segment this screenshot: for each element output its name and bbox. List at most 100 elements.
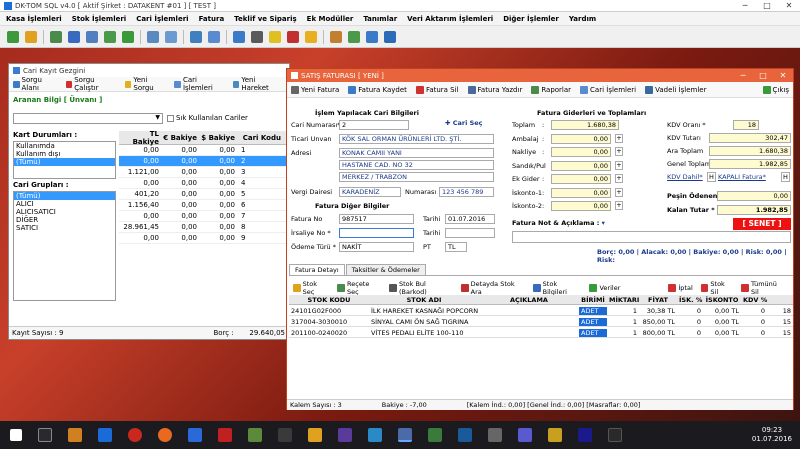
list-item[interactable]: Kullanım dışı bbox=[14, 150, 115, 158]
pt-select[interactable]: TL bbox=[445, 242, 467, 252]
menu-cari[interactable]: Cari İşlemleri bbox=[136, 15, 188, 23]
stok-bul-button[interactable]: Stok Bul (Barkod) bbox=[389, 280, 453, 296]
plus-icon[interactable]: + bbox=[615, 147, 623, 156]
sorgu-calistir-button[interactable]: Sorgu Çalıştır bbox=[65, 76, 118, 92]
table-row[interactable]: 0,00 0,00 0,00 7 bbox=[119, 211, 289, 222]
maximize-icon[interactable]: □ bbox=[753, 71, 773, 80]
list-item[interactable]: ALICISATICI bbox=[14, 208, 115, 216]
filezilla-icon[interactable] bbox=[218, 428, 232, 442]
col-stok-adi[interactable]: STOK ADI bbox=[369, 296, 479, 304]
menu-stok[interactable]: Stok İşlemleri bbox=[72, 15, 127, 23]
start-icon[interactable] bbox=[10, 429, 22, 441]
menu-tanimlar[interactable]: Tanımlar bbox=[363, 15, 397, 23]
fatura-sil-button[interactable]: Fatura Sil bbox=[415, 85, 459, 94]
vd-field[interactable]: KARADENİZ bbox=[339, 187, 401, 197]
table-row[interactable]: 1.121,00 0,00 0,00 3 bbox=[119, 167, 289, 178]
table-row[interactable]: 317004-3030010 SİNYAL CAMI ÖN SAĞ TIGRINA… bbox=[289, 317, 793, 327]
close-icon[interactable]: ✕ bbox=[773, 71, 793, 80]
list-item[interactable]: (Tümü) bbox=[14, 158, 115, 166]
minimize-icon[interactable]: ─ bbox=[734, 1, 756, 10]
gider-field[interactable]: 0,00 bbox=[551, 160, 611, 171]
window-icon[interactable] bbox=[147, 30, 159, 43]
col-eur-bakiye[interactable]: € Bakiye bbox=[161, 134, 199, 142]
table-row[interactable]: 401,20 0,00 0,00 5 bbox=[119, 189, 289, 200]
table-row[interactable]: 0,00 0,00 0,00 2 bbox=[119, 156, 289, 167]
pesin-field[interactable]: 0,00 bbox=[717, 191, 791, 201]
print-icon[interactable] bbox=[251, 30, 263, 43]
plus-icon[interactable]: + bbox=[615, 133, 623, 143]
recete-sec-button[interactable]: Reçete Seç bbox=[337, 280, 381, 296]
exit-icon[interactable] bbox=[384, 30, 396, 43]
fatura-kaydet-button[interactable]: Fatura Kaydet bbox=[348, 85, 407, 94]
gider-field[interactable]: 0,00 bbox=[551, 133, 611, 144]
app4-icon[interactable] bbox=[338, 428, 352, 442]
tab-taksitler[interactable]: Taksitler & Ödemeler bbox=[345, 264, 426, 275]
app2-icon[interactable] bbox=[278, 428, 292, 442]
stok-sil-button[interactable]: Stok Sil bbox=[700, 280, 734, 296]
stok-sec-button[interactable]: Stok Seç bbox=[293, 280, 329, 296]
star-icon[interactable] bbox=[305, 30, 317, 43]
col-iskonto[interactable]: İSKONTO bbox=[703, 296, 741, 304]
list-item[interactable]: DİĞER bbox=[14, 216, 115, 224]
table-row[interactable]: 201100-0240020 VİTES PEDALI ELİTE 100-110… bbox=[289, 328, 793, 338]
tab-fatura-detayi[interactable]: Fatura Detayı bbox=[289, 264, 345, 275]
settings-icon[interactable] bbox=[366, 30, 378, 43]
cari-grup-list[interactable]: (Tümü) ALICI ALICISATICI DİĞER SATICI bbox=[13, 191, 116, 301]
sik-checkbox[interactable]: Sık Kullanılan Cariler bbox=[167, 114, 248, 122]
col-tl-bakiye[interactable]: TL Bakiye bbox=[119, 130, 161, 146]
check-icon[interactable] bbox=[122, 30, 134, 43]
col-usd-bakiye[interactable]: $ Bakiye bbox=[199, 134, 237, 142]
opera-icon[interactable] bbox=[128, 428, 142, 442]
menu-veri[interactable]: Veri Aktarım İşlemleri bbox=[407, 15, 493, 23]
plus-icon[interactable]: + bbox=[615, 201, 623, 210]
sorgu-alani-button[interactable]: Sorgu Alanı bbox=[13, 76, 59, 92]
kdv-dahil-field[interactable]: H bbox=[707, 172, 716, 182]
table-row[interactable]: 0,00 0,00 0,00 4 bbox=[119, 178, 289, 189]
cari-islemleri-button[interactable]: Cari İşlemleri bbox=[174, 76, 225, 92]
cash-icon[interactable] bbox=[7, 30, 19, 43]
list-item[interactable]: Kullanımda bbox=[14, 142, 115, 150]
app5-icon[interactable] bbox=[368, 428, 382, 442]
kapali-fatura-label[interactable]: KAPALI Fatura* bbox=[718, 173, 766, 181]
col-birimi[interactable]: BİRİMİ bbox=[579, 296, 607, 304]
user-icon[interactable] bbox=[233, 30, 245, 43]
col-aciklama[interactable]: AÇIKLAMA bbox=[479, 296, 579, 304]
col-miktari[interactable]: MİKTARI bbox=[607, 296, 639, 304]
grid-icon[interactable] bbox=[104, 30, 116, 43]
minimize-icon[interactable]: ─ bbox=[733, 71, 753, 80]
col-fiyat[interactable]: FİYAT bbox=[639, 296, 677, 304]
kdv-dahil-label[interactable]: KDV Dahil* bbox=[667, 173, 703, 181]
app9-icon[interactable] bbox=[518, 428, 532, 442]
menu-yardim[interactable]: Yardım bbox=[569, 15, 596, 23]
tarih-field[interactable]: 01.07.2016 bbox=[445, 214, 495, 224]
fatura-yazdir-button[interactable]: Fatura Yazdır bbox=[467, 85, 522, 94]
app10-icon[interactable] bbox=[548, 428, 562, 442]
database-icon[interactable] bbox=[68, 30, 80, 43]
app7-icon[interactable] bbox=[458, 428, 472, 442]
app12-icon[interactable] bbox=[608, 428, 622, 442]
yeni-fatura-button[interactable]: Yeni Fatura bbox=[291, 85, 339, 94]
list-item[interactable]: ALICI bbox=[14, 200, 115, 208]
yeni-hareket-button[interactable]: Yeni Hareket bbox=[232, 76, 282, 92]
menu-teklif[interactable]: Teklif ve Sipariş bbox=[234, 15, 296, 23]
cari-islemleri-button[interactable]: Cari İşlemleri bbox=[580, 85, 636, 94]
store-icon[interactable] bbox=[188, 428, 202, 442]
ie-icon[interactable] bbox=[98, 428, 112, 442]
cikis-button[interactable]: Çıkış bbox=[762, 85, 789, 94]
irsaliye-tarih-field[interactable] bbox=[445, 228, 495, 238]
col-cari-kodu[interactable]: Cari Kodu bbox=[237, 134, 283, 142]
app11-icon[interactable] bbox=[578, 428, 592, 442]
adres-field-3[interactable]: MERKEZ / TRABZON bbox=[339, 172, 494, 182]
kapali-fatura-field[interactable]: H bbox=[781, 172, 790, 182]
refresh-icon[interactable] bbox=[348, 30, 360, 43]
menu-fatura[interactable]: Fatura bbox=[199, 15, 225, 23]
app8-icon[interactable] bbox=[488, 428, 502, 442]
close-icon[interactable]: ✕ bbox=[778, 1, 800, 10]
vadeli-islemler-button[interactable]: Vadeli İşlemler bbox=[645, 85, 706, 94]
adres-field-2[interactable]: HASTANE CAD. NO 32 bbox=[339, 160, 494, 170]
stok-bilgileri-button[interactable]: Stok Bilgileri bbox=[533, 280, 581, 296]
menu-diger[interactable]: Diğer İşlemler bbox=[503, 15, 559, 23]
form-icon[interactable] bbox=[208, 30, 220, 43]
detayda-stok-ara-button[interactable]: Detayda Stok Ara bbox=[461, 280, 525, 296]
veriler-button[interactable]: Veriler bbox=[589, 284, 620, 292]
